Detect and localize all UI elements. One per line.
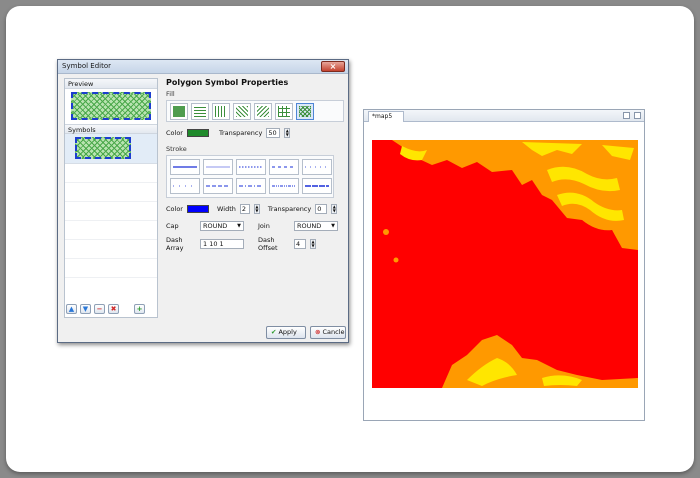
map-canvas[interactable]: [372, 140, 638, 388]
dialog-title: Symbol Editor: [62, 62, 112, 70]
properties-title: Polygon Symbol Properties: [166, 78, 289, 87]
fill-color-label: Color: [166, 129, 183, 137]
fill-props-row: Color Transparency 50 ▲ ▼: [166, 128, 344, 138]
stroke-dot-option[interactable]: [236, 159, 266, 175]
stroke-transparency-input[interactable]: 0: [315, 204, 328, 214]
maximize-icon[interactable]: [634, 112, 641, 119]
join-select[interactable]: ROUND ▼: [294, 221, 338, 231]
fill-transparency-spinner[interactable]: ▲ ▼: [284, 128, 291, 138]
symbol-preview: [71, 92, 151, 120]
close-icon: ×: [329, 62, 337, 71]
chevron-down-icon: ▼: [237, 223, 241, 229]
stroke-bold-option[interactable]: [302, 178, 332, 194]
fill-backdiagonal-option[interactable]: [254, 102, 272, 120]
add-icon: +: [136, 305, 143, 313]
stroke-dash-option[interactable]: [269, 159, 299, 175]
delete-button[interactable]: ✖: [108, 304, 119, 314]
fill-diagonal-cross-option[interactable]: [296, 102, 314, 120]
move-down-button[interactable]: ▼: [80, 304, 91, 314]
cancel-label: Cancle: [322, 328, 345, 336]
fill-cross-option[interactable]: [275, 102, 293, 120]
fill-horizontal-option[interactable]: [191, 102, 209, 120]
preview-label: Preview: [65, 79, 157, 89]
cancel-button[interactable]: ⊗ Cancle: [310, 326, 346, 339]
cancel-icon: ⊗: [315, 328, 321, 336]
map-tabbar: *map5: [364, 110, 644, 122]
properties-pane: Polygon Symbol Properties Fill Color Tra…: [166, 78, 344, 318]
stroke-sparse-dot-option[interactable]: [302, 159, 332, 175]
stroke-label: Stroke: [166, 145, 187, 153]
stroke-wide-dot-option[interactable]: [170, 178, 200, 194]
stroke-width-label: Width: [216, 205, 236, 213]
screenshot-card: Symbol Editor × Preview Symbols ▲ ▼ − ✖ …: [6, 6, 694, 472]
fill-diagonal-option[interactable]: [233, 102, 251, 120]
map-tab-label: *map5: [372, 113, 393, 120]
delete-icon: ✖: [110, 305, 117, 313]
dash-row: Dash Array 1 10 1 Dash Offset 4 ▲ ▼: [166, 236, 344, 252]
minimize-icon[interactable]: [623, 112, 630, 119]
fill-transparency-input[interactable]: 50: [266, 128, 281, 138]
symbol-list-empty: [65, 164, 157, 278]
cap-join-row: Cap ROUND ▼ Join ROUND ▼: [166, 221, 344, 231]
fill-transparency-label: Transparency: [218, 129, 263, 137]
close-button[interactable]: ×: [321, 61, 345, 72]
fill-solid-option[interactable]: [170, 102, 188, 120]
symbol-swatch: [75, 137, 131, 159]
dash-offset-label: Dash Offset: [258, 236, 278, 252]
cap-label: Cap: [166, 222, 179, 230]
fill-style-picker: [166, 100, 344, 122]
dash-offset-spinner[interactable]: ▲ ▼: [310, 239, 316, 249]
symbol-list-pane: Preview Symbols: [64, 78, 158, 318]
apply-button[interactable]: ✔ Apply: [266, 326, 306, 339]
dash-offset-input[interactable]: 4: [294, 239, 306, 249]
stroke-solid-option[interactable]: [170, 159, 200, 175]
symbol-toolbar: ▲ ▼ − ✖ +: [66, 304, 145, 314]
move-up-icon: ▲: [68, 305, 75, 313]
fill-color-chip[interactable]: [186, 129, 209, 137]
move-down-icon: ▼: [82, 305, 89, 313]
move-up-button[interactable]: ▲: [66, 304, 77, 314]
stroke-color-label: Color: [166, 205, 183, 213]
terrain-patch: [383, 229, 389, 235]
map-view: *map5: [363, 109, 645, 421]
fill-vertical-option[interactable]: [212, 102, 230, 120]
stroke-style-picker: [166, 155, 334, 198]
apply-label: Apply: [278, 328, 297, 336]
symbol-editor-dialog: Symbol Editor × Preview Symbols ▲ ▼ − ✖ …: [57, 59, 349, 343]
tab-map5[interactable]: *map5: [368, 111, 404, 122]
dash-array-input[interactable]: 1 10 1: [200, 239, 244, 249]
cap-value: ROUND: [203, 222, 228, 230]
stroke-dash-dot-option[interactable]: [236, 178, 266, 194]
add-button[interactable]: +: [134, 304, 145, 314]
list-item[interactable]: [65, 134, 157, 164]
stroke-width-input[interactable]: 2: [239, 204, 250, 214]
remove-button[interactable]: −: [94, 304, 105, 314]
stroke-dash-dot-dot-option[interactable]: [269, 178, 299, 194]
join-label: Join: [258, 222, 270, 230]
stroke-long-dash-option[interactable]: [203, 178, 233, 194]
remove-icon: −: [96, 305, 103, 313]
chevron-down-icon: ▼: [331, 223, 335, 229]
stroke-color-chip[interactable]: [186, 205, 209, 213]
cap-select[interactable]: ROUND ▼: [200, 221, 244, 231]
join-value: ROUND: [297, 222, 322, 230]
dialog-titlebar[interactable]: Symbol Editor ×: [58, 60, 348, 74]
stroke-thin-option[interactable]: [203, 159, 233, 175]
stroke-width-spinner[interactable]: ▲ ▼: [253, 204, 260, 214]
fill-label: Fill: [166, 90, 175, 98]
dash-array-label: Dash Array: [166, 236, 184, 252]
symbols-label: Symbols: [65, 124, 157, 134]
stroke-transparency-label: Transparency: [267, 205, 312, 213]
stroke-transparency-spinner[interactable]: ▲ ▼: [331, 204, 338, 214]
stroke-props-row: Color Width 2 ▲ ▼ Transparency 0 ▲ ▼: [166, 204, 344, 214]
check-icon: ✔: [271, 328, 277, 336]
terrain-patch: [393, 257, 399, 263]
